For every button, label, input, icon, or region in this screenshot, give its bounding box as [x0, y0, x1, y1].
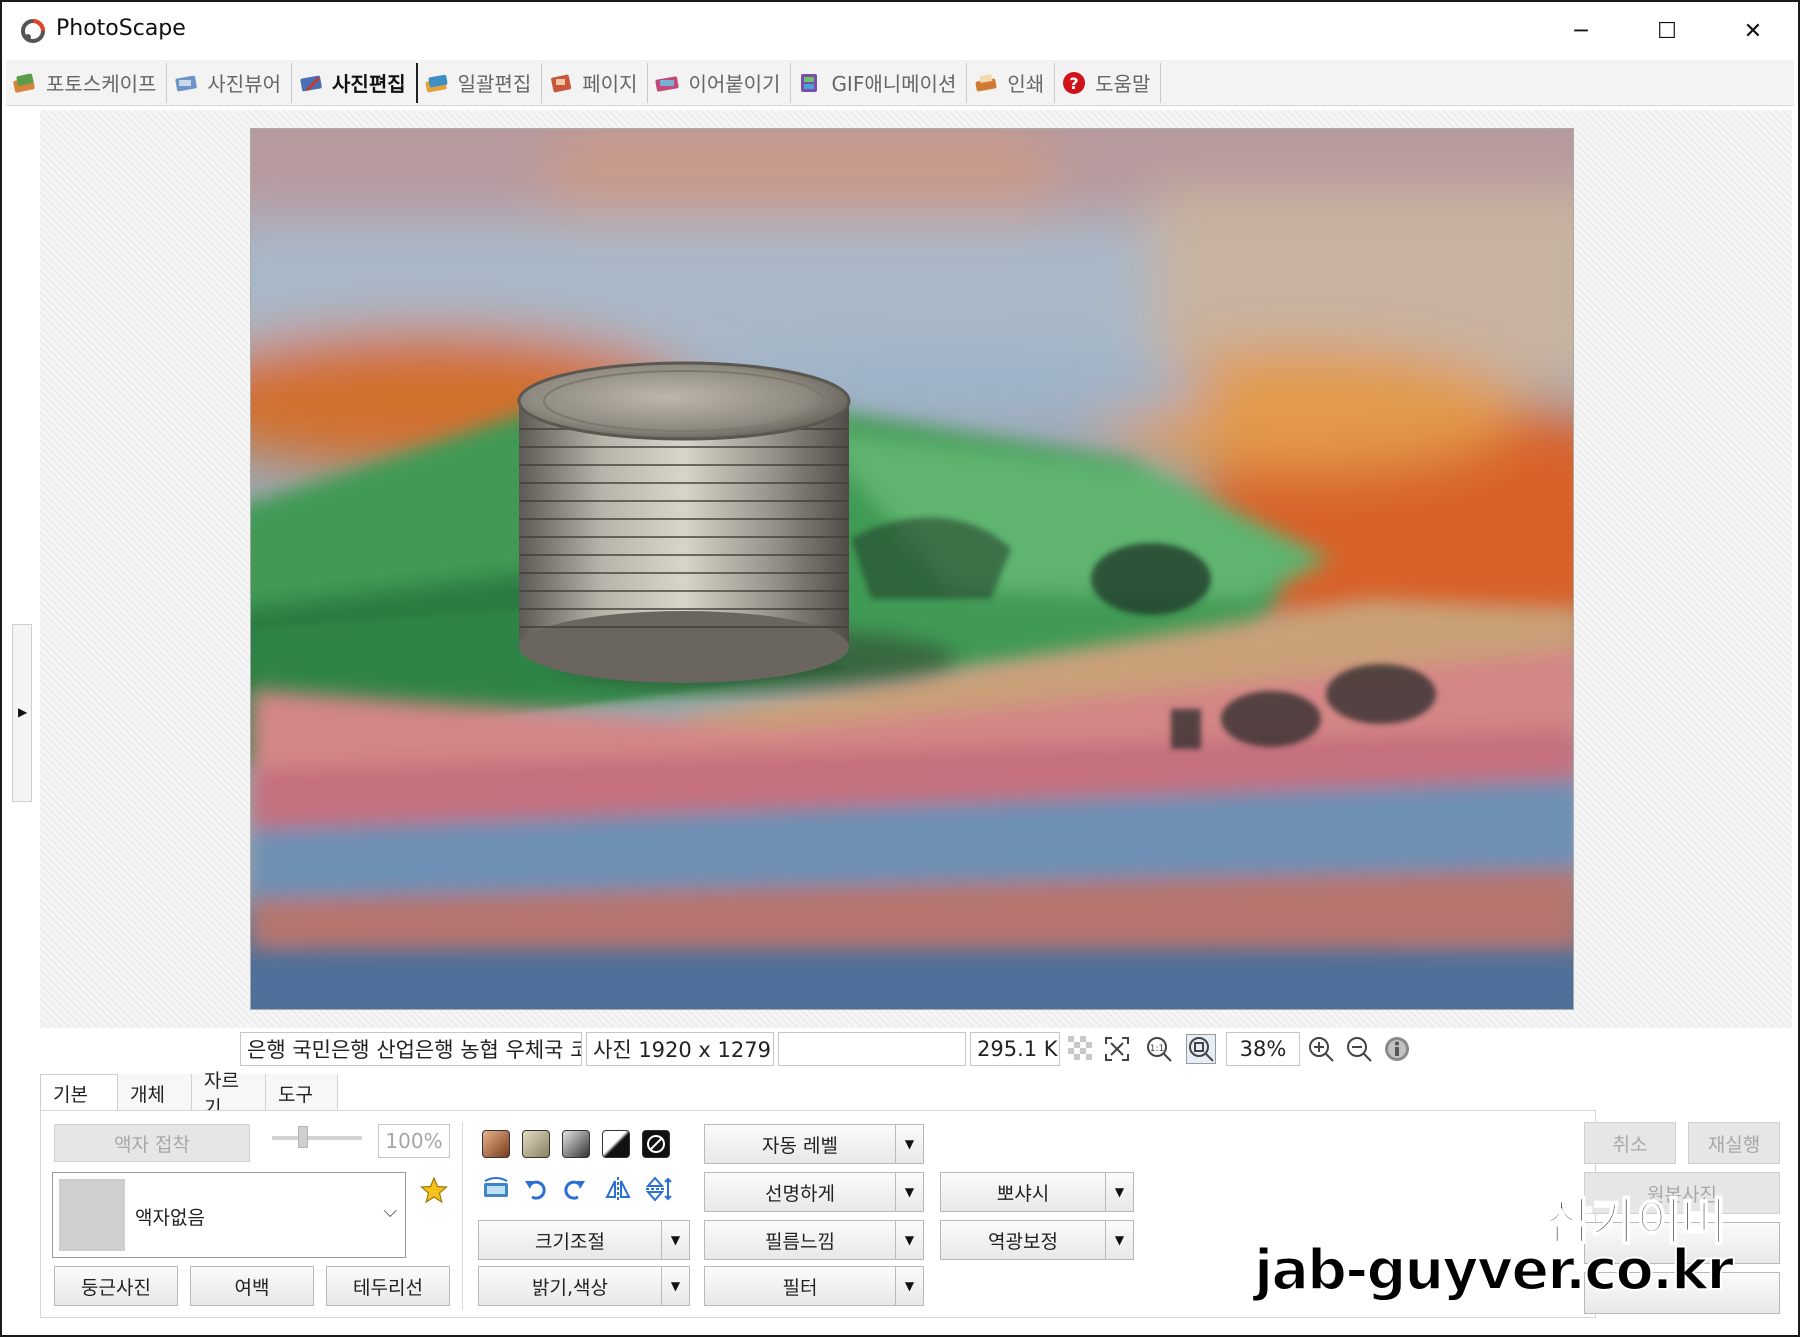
tab-crop[interactable]: 자르기 [192, 1070, 266, 1119]
undo-button[interactable]: 취소 [1584, 1122, 1676, 1164]
tab-object[interactable]: 개체 [118, 1074, 192, 1112]
photoscape-icon [13, 73, 35, 93]
auto-level-dropdown[interactable]: 자동 레벨 ▼ [704, 1124, 924, 1164]
resize-dropdown[interactable]: 크기조절 ▼ [478, 1220, 690, 1260]
tab-combine[interactable]: 이어붙이기 [648, 62, 792, 103]
frame-selected-label: 액자없음 [135, 1207, 205, 1229]
zoom-actual-size-icon[interactable]: 1:1 [1144, 1034, 1174, 1064]
tab-tools[interactable]: 도구 [266, 1074, 338, 1112]
sharpen-dropdown[interactable]: 선명하게 ▼ [704, 1172, 924, 1212]
dropdown-arrow-icon[interactable]: ▼ [661, 1221, 689, 1259]
tab-gif[interactable]: GIF애니메이션 [791, 62, 968, 103]
title-bar: PhotoScape ─ ☐ ✕ [2, 2, 1798, 60]
vintage-effect-icon[interactable] [522, 1130, 550, 1158]
sidebar-toggle[interactable]: ▶ [12, 624, 32, 802]
dropdown-arrow-icon[interactable]: ▼ [895, 1125, 923, 1163]
zoom-fit-icon[interactable] [1186, 1034, 1216, 1064]
black-white-effect-icon[interactable] [602, 1130, 630, 1158]
dropdown-arrow-icon[interactable]: ▼ [1105, 1221, 1133, 1259]
close-button[interactable]: ✕ [1710, 2, 1796, 60]
page-icon [551, 74, 572, 92]
tab-page[interactable]: 페이지 [542, 62, 649, 103]
tab-help[interactable]: ? 도움말 [1055, 62, 1162, 103]
status-filename: 은행 국민은행 산업은행 농협 우체국 코드번호 (2 [240, 1032, 582, 1066]
batch-icon [425, 74, 448, 92]
tab-viewer[interactable]: 사진뷰어 [167, 62, 293, 103]
dropdown-arrow-icon[interactable]: ▼ [895, 1267, 923, 1305]
frame-slider-thumb[interactable] [298, 1126, 308, 1148]
module-tabs: 포토스케이프 사진뷰어 사진편집 일괄편집 페이지 이어붙이기 GIF애니메이션 [6, 60, 1794, 106]
zoom-out-icon[interactable] [1344, 1034, 1374, 1064]
print-icon [975, 73, 997, 91]
frame-slider-track [272, 1136, 362, 1140]
transparency-grid-icon[interactable] [1066, 1034, 1096, 1064]
round-photo-button[interactable]: 둥근사진 [54, 1266, 178, 1306]
help-icon: ? [1063, 71, 1086, 94]
dropdown-arrow-icon[interactable]: ▼ [1105, 1173, 1133, 1211]
straighten-icon[interactable] [480, 1174, 512, 1204]
frame-percent-field[interactable]: 100% [378, 1124, 450, 1158]
filter-dropdown[interactable]: 필터 ▼ [704, 1266, 924, 1306]
backlight-dropdown[interactable]: 역광보정 ▼ [940, 1220, 1134, 1260]
editor-icon [300, 75, 322, 91]
minimize-button[interactable]: ─ [1538, 2, 1624, 60]
flip-horizontal-icon[interactable] [602, 1174, 634, 1204]
star-favorite-icon[interactable] [420, 1176, 448, 1204]
tab-print[interactable]: 인쇄 [967, 62, 1056, 103]
border-line-button[interactable]: 테두리선 [326, 1266, 450, 1306]
sepia-effect-icon[interactable] [482, 1130, 510, 1158]
photo-coins-banknotes [251, 129, 1573, 1009]
dropdown-arrow-icon[interactable]: ▼ [895, 1221, 923, 1259]
viewer-icon [175, 75, 198, 91]
frame-select[interactable]: 액자없음 ⌵ [52, 1172, 406, 1258]
rotate-left-icon[interactable] [520, 1174, 552, 1204]
status-empty [778, 1032, 966, 1066]
info-icon[interactable] [1382, 1034, 1412, 1064]
photoscape-logo-icon [21, 19, 45, 43]
maximize-button[interactable]: ☐ [1624, 2, 1710, 60]
chevron-down-icon: ⌵ [383, 1201, 397, 1222]
dropdown-arrow-icon[interactable]: ▼ [895, 1173, 923, 1211]
status-filesize: 295.1 KB [970, 1032, 1060, 1066]
edit-tabs: 기본 개체 자르기 도구 [40, 1070, 338, 1119]
tab-basic[interactable]: 기본 [40, 1074, 118, 1112]
fit-screen-icon[interactable] [1102, 1034, 1132, 1064]
margin-button[interactable]: 여백 [190, 1266, 314, 1306]
rotate-right-icon[interactable] [558, 1174, 590, 1204]
edited-photo[interactable] [250, 128, 1574, 1010]
gif-icon [801, 73, 818, 92]
status-dimensions: 사진 1920 x 1279 [586, 1032, 774, 1066]
window-title: PhotoScape [56, 16, 186, 41]
zoom-level: 38% [1226, 1032, 1300, 1066]
brightness-color-dropdown[interactable]: 밝기,색상 ▼ [478, 1266, 690, 1306]
svg-text:?: ? [1070, 74, 1079, 93]
svg-text:1:1: 1:1 [1150, 1044, 1164, 1054]
negative-effect-icon[interactable] [642, 1130, 670, 1158]
status-bar: 은행 국민은행 산업은행 농협 우체국 코드번호 (2 사진 1920 x 12… [240, 1030, 1570, 1070]
panel-separator [462, 1122, 463, 1310]
arrow-right-icon: ▶ [18, 705, 28, 719]
watermark-url: jab-guyver.co.kr [1253, 1237, 1735, 1304]
tab-photoscape[interactable]: 포토스케이프 [6, 62, 168, 103]
frame-thumbnail [59, 1179, 125, 1251]
grayscale-effect-icon[interactable] [562, 1130, 590, 1158]
bloom-dropdown[interactable]: 뽀샤시 ▼ [940, 1172, 1134, 1212]
zoom-in-icon[interactable] [1306, 1034, 1336, 1064]
flip-vertical-icon[interactable] [642, 1174, 674, 1204]
frame-attach-button[interactable]: 액자 접착 [54, 1124, 250, 1162]
tab-batch[interactable]: 일괄편집 [418, 62, 543, 103]
redo-button[interactable]: 재실행 [1688, 1122, 1780, 1164]
dropdown-arrow-icon[interactable]: ▼ [661, 1267, 689, 1305]
film-effect-dropdown[interactable]: 필름느낌 ▼ [704, 1220, 924, 1260]
combine-icon [655, 75, 679, 92]
photoscape-window: PhotoScape ─ ☐ ✕ 포토스케이프 사진뷰어 사진편집 일괄편집 페… [0, 0, 1800, 1337]
tab-editor[interactable]: 사진편집 [292, 62, 418, 103]
